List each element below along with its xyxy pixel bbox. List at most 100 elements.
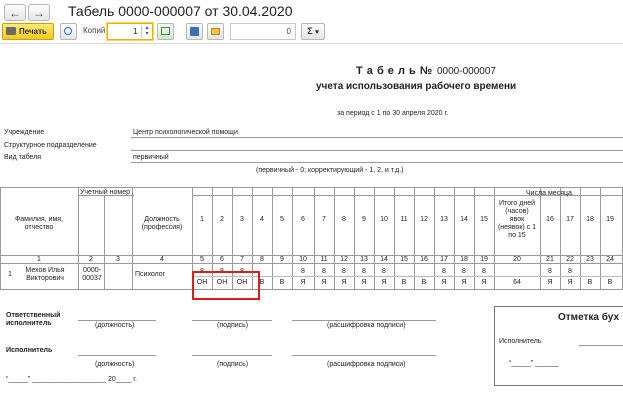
hours-cell: 8 [301, 268, 305, 275]
column-number: 15 [400, 256, 408, 263]
grid-line [600, 187, 601, 289]
day-header: 11 [400, 216, 408, 223]
code-cell: В [607, 279, 613, 286]
hours-cell: 8 [548, 268, 552, 275]
arrow-right-icon: → [33, 6, 45, 20]
accounting-stamp-box: Отметка бух Исполнитель “_____” ______ [494, 306, 623, 386]
sig-executor: Исполнитель [6, 347, 53, 354]
employee-position: Психолог [135, 271, 166, 278]
code-cell: В [401, 279, 407, 286]
grid-icon [161, 27, 170, 35]
grid-line [414, 187, 415, 289]
column-number: 10 [299, 256, 307, 263]
column-number: 9 [280, 256, 284, 263]
report-subtitle: учета использования рабочего времени [316, 81, 517, 92]
day-header: 14 [460, 216, 468, 223]
sum-button[interactable]: Σ ▾ [301, 23, 325, 40]
hint-position-2: (должность) [95, 361, 135, 368]
sig-line [78, 320, 156, 321]
grid-line [78, 187, 79, 289]
day-header: 2 [220, 216, 224, 223]
header-total-4: (неявок) с 1 [497, 224, 537, 231]
print-button[interactable]: Печать [2, 23, 54, 40]
column-number: 17 [440, 256, 448, 263]
employee-name-1: Мехов Илья [25, 267, 65, 274]
column-number: 7 [240, 256, 244, 263]
page-setup-button[interactable] [157, 23, 174, 40]
day-header: 10 [380, 216, 388, 223]
column-number: 14 [380, 256, 388, 263]
header-total-2: (часов) [505, 208, 529, 215]
day-header: 18 [586, 216, 594, 223]
page-field[interactable]: 0 [230, 23, 296, 40]
column-number: 1 [37, 256, 41, 263]
total-codes: 64 [513, 279, 521, 286]
hours-cell: 8 [382, 268, 386, 275]
hint-decode: (расшифровка подписи) [327, 322, 406, 329]
forward-button[interactable]: → [28, 4, 50, 21]
hours-cell: 8 [568, 268, 572, 275]
spin-arrows-icon[interactable]: ▴ ▾ [141, 25, 152, 38]
hint-signature-2: (подпись) [217, 361, 249, 368]
code-cell: В [279, 279, 285, 286]
employee-name-2: Викторович [26, 275, 64, 282]
hours-cell: 8 [442, 268, 446, 275]
code-cell: Я [300, 279, 306, 286]
sig-line [78, 355, 156, 356]
code-cell: Я [441, 279, 447, 286]
hours-cell: 8 [322, 268, 326, 275]
grid-line [580, 187, 581, 289]
column-number: 8 [260, 256, 264, 263]
report-title-prefix: Т а б е л ь № [356, 65, 433, 77]
column-number: 22 [566, 256, 574, 263]
column-number: 11 [320, 256, 328, 263]
field-line [131, 162, 623, 163]
report-period: за период с 1 по 30 апреля 2020 г. [337, 110, 449, 117]
sig-line [292, 320, 436, 321]
envelope-icon [211, 28, 220, 35]
code-cell: Я [381, 279, 387, 286]
code-cell: В [421, 279, 427, 286]
grid-line [0, 187, 623, 188]
print-label: Печать [19, 27, 47, 36]
day-header: 19 [606, 216, 614, 223]
grid-line [394, 187, 395, 289]
header-total-1: Итого дней [498, 200, 536, 207]
grid-line [104, 195, 105, 289]
stamp-date: “_____” ______ [509, 360, 559, 367]
grid-line [0, 187, 1, 289]
column-number: 2 [89, 256, 93, 263]
field-label-department: Структурное подразделение [4, 142, 97, 149]
header-position-2: (профессия) [141, 224, 183, 231]
column-number: 6 [220, 256, 224, 263]
code-cell: Я [461, 279, 467, 286]
day-header: 6 [301, 216, 305, 223]
arrow-left-icon: ← [9, 6, 21, 20]
column-number: 3 [116, 256, 120, 263]
field-label-type: Вид табеля [4, 154, 42, 161]
field-line [131, 137, 623, 138]
copies-field[interactable]: 1 ▴ ▾ [107, 23, 153, 40]
reg-number-2: 00037 [82, 275, 102, 282]
back-button[interactable]: ← [4, 4, 26, 21]
chevron-down-icon: ▾ [315, 29, 319, 36]
magnifier-icon [64, 27, 72, 35]
email-button[interactable] [207, 23, 224, 40]
day-header: 7 [322, 216, 326, 223]
day-header: 3 [240, 216, 244, 223]
day-header: 16 [546, 216, 554, 223]
page-value: 0 [286, 27, 291, 36]
column-number: 21 [546, 256, 554, 263]
save-button[interactable] [186, 23, 203, 40]
day-header: 9 [362, 216, 366, 223]
preview-button[interactable] [60, 23, 77, 40]
code-cell: Я [567, 279, 573, 286]
code-cell: В [587, 279, 593, 286]
hint-signature: (подпись) [217, 322, 249, 329]
hours-cell: 8 [462, 268, 466, 275]
grid-line [0, 289, 623, 290]
column-number: 13 [360, 256, 368, 263]
column-number: 20 [513, 256, 521, 263]
grid-line [272, 187, 273, 289]
day-header: 8 [342, 216, 346, 223]
